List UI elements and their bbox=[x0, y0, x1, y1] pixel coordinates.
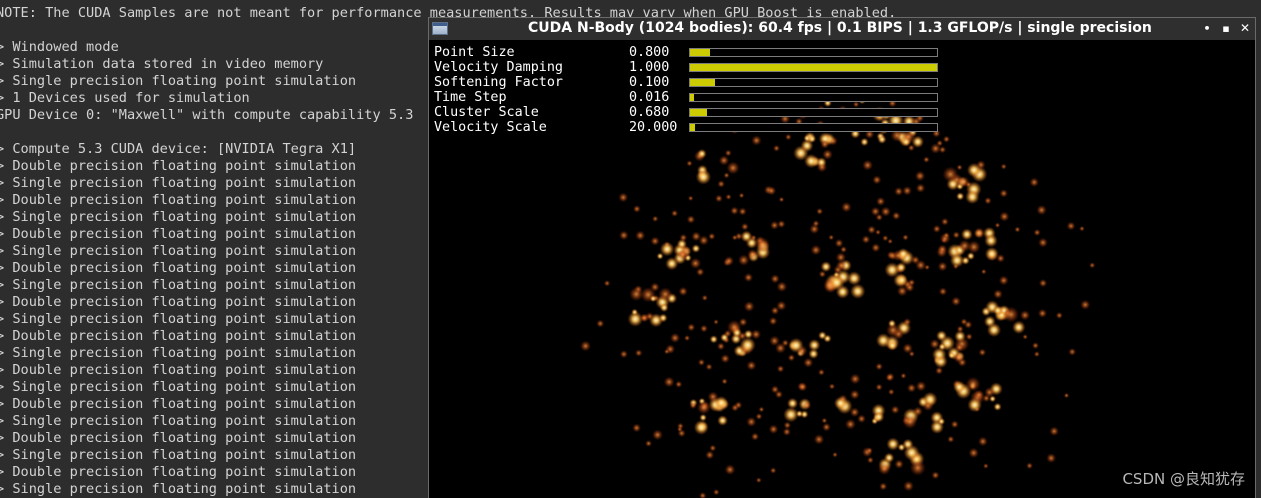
minimize-button[interactable]: • bbox=[1199, 20, 1215, 37]
nbody-window[interactable]: CUDA N-Body (1024 bodies): 60.4 fps | 0.… bbox=[428, 17, 1256, 498]
param-row: Velocity Damping 1.000 bbox=[434, 60, 944, 75]
terminal-line: > Double precision floating point simula… bbox=[0, 260, 357, 276]
param-label: Cluster Scale bbox=[434, 105, 539, 120]
parameter-panel: Point Size 0.800 Velocity Damping 1.000 Soft… bbox=[434, 45, 944, 135]
terminal-line: > 1 Devices used for simulation bbox=[0, 90, 250, 106]
terminal-line: > Single precision floating point simula… bbox=[0, 379, 357, 395]
terminal-line: > Simulation data stored in video memory bbox=[0, 56, 324, 72]
param-value: 20.000 bbox=[629, 120, 678, 135]
param-label: Softening Factor bbox=[434, 75, 563, 90]
param-slider[interactable] bbox=[689, 123, 938, 132]
terminal-line: > Compute 5.3 CUDA device: [NVIDIA Tegra… bbox=[0, 141, 357, 157]
terminal-line: > Double precision floating point simula… bbox=[0, 362, 357, 378]
terminal-line: > Single precision floating point simula… bbox=[0, 175, 357, 191]
terminal-line: > Single precision floating point simula… bbox=[0, 447, 357, 463]
terminal-line: GPU Device 0: "Maxwell" with compute cap… bbox=[0, 107, 414, 123]
terminal-line: > Double precision floating point simula… bbox=[0, 464, 357, 480]
param-slider[interactable] bbox=[689, 108, 938, 117]
param-row: Softening Factor 0.100 bbox=[434, 75, 944, 90]
param-slider-fill bbox=[690, 109, 707, 116]
param-slider[interactable] bbox=[689, 48, 938, 57]
terminal-line: > Single precision floating point simula… bbox=[0, 311, 357, 327]
param-row: Cluster Scale 0.680 bbox=[434, 105, 944, 120]
param-value: 1.000 bbox=[629, 60, 670, 75]
terminal-line: > Double precision floating point simula… bbox=[0, 396, 357, 412]
param-value: 0.800 bbox=[629, 45, 670, 60]
param-value: 0.016 bbox=[629, 90, 670, 105]
maximize-button[interactable]: ▪ bbox=[1218, 20, 1234, 37]
watermark-text: CSDN @良知犹存 bbox=[1122, 470, 1245, 488]
param-slider-fill bbox=[690, 79, 715, 86]
param-label: Velocity Damping bbox=[434, 60, 563, 75]
terminal-line: > Single precision floating point simula… bbox=[0, 73, 357, 89]
terminal-line: > Single precision floating point simula… bbox=[0, 413, 357, 429]
param-label: Point Size bbox=[434, 45, 515, 60]
param-value: 0.100 bbox=[629, 75, 670, 90]
param-slider[interactable] bbox=[689, 78, 938, 87]
terminal-line: > Double precision floating point simula… bbox=[0, 430, 357, 446]
terminal-line: > Windowed mode bbox=[0, 39, 119, 55]
terminal-line: > Double precision floating point simula… bbox=[0, 294, 357, 310]
param-slider-fill bbox=[690, 124, 695, 131]
param-label: Time Step bbox=[434, 90, 507, 105]
terminal-line: > Single precision floating point simula… bbox=[0, 345, 357, 361]
terminal-line: > Double precision floating point simula… bbox=[0, 226, 357, 242]
param-slider[interactable] bbox=[689, 93, 938, 102]
param-slider-fill bbox=[690, 49, 710, 56]
window-titlebar[interactable]: CUDA N-Body (1024 bodies): 60.4 fps | 0.… bbox=[429, 18, 1255, 40]
param-slider-fill bbox=[690, 94, 694, 101]
close-button[interactable]: ✕ bbox=[1237, 20, 1253, 37]
terminal-line: > Double precision floating point simula… bbox=[0, 192, 357, 208]
window-title: CUDA N-Body (1024 bodies): 60.4 fps | 0.… bbox=[528, 20, 1152, 36]
param-label: Velocity Scale bbox=[434, 120, 547, 135]
param-row: Time Step 0.016 bbox=[434, 90, 944, 105]
terminal-line: > Double precision floating point simula… bbox=[0, 328, 357, 344]
terminal-line: > Single precision floating point simula… bbox=[0, 243, 357, 259]
param-row: Velocity Scale 20.000 bbox=[434, 120, 944, 135]
param-slider-fill bbox=[690, 64, 937, 71]
param-slider[interactable] bbox=[689, 63, 938, 72]
app-window-icon bbox=[432, 22, 448, 35]
param-value: 0.680 bbox=[629, 105, 670, 120]
terminal-line: > Double precision floating point simula… bbox=[0, 158, 357, 174]
terminal-line: > Single precision floating point simula… bbox=[0, 481, 357, 497]
param-row: Point Size 0.800 bbox=[434, 45, 944, 60]
terminal-line: > Single precision floating point simula… bbox=[0, 209, 357, 225]
terminal-line: > Single precision floating point simula… bbox=[0, 277, 357, 293]
